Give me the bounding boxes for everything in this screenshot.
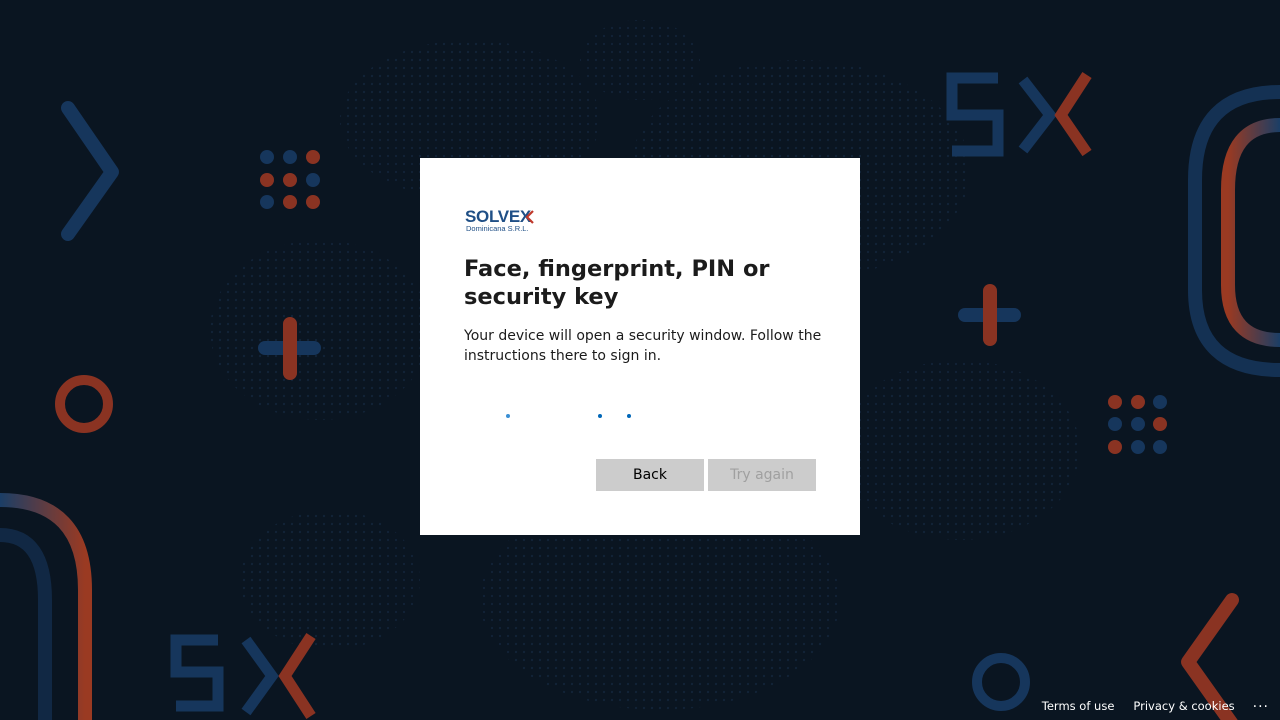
progress-dot xyxy=(598,414,602,418)
sign-in-page: SOLVEX Dominicana S.R.L. Face, fingerpri… xyxy=(0,0,1280,720)
progress-dot xyxy=(506,414,510,418)
logo-subtitle: Dominicana S.R.L. xyxy=(466,224,529,233)
try-again-button[interactable]: Try again xyxy=(708,459,816,491)
privacy-cookies-link[interactable]: Privacy & cookies xyxy=(1133,699,1234,713)
more-options-icon[interactable]: ... xyxy=(1253,695,1269,711)
loading-dots-icon xyxy=(464,412,816,420)
sign-in-dialog: SOLVEX Dominicana S.R.L. Face, fingerpri… xyxy=(420,158,860,535)
logo-x-mark xyxy=(525,210,534,224)
page-footer: Terms of use Privacy & cookies ... xyxy=(1023,692,1280,720)
dialog-title: Face, fingerprint, PIN or security key xyxy=(464,256,770,310)
company-logo: SOLVEX Dominicana S.R.L. xyxy=(464,208,538,234)
progress-dot xyxy=(627,414,631,418)
dialog-description: Your device will open a security window.… xyxy=(464,328,822,364)
terms-of-use-link[interactable]: Terms of use xyxy=(1042,699,1115,713)
back-button[interactable]: Back xyxy=(596,459,704,491)
